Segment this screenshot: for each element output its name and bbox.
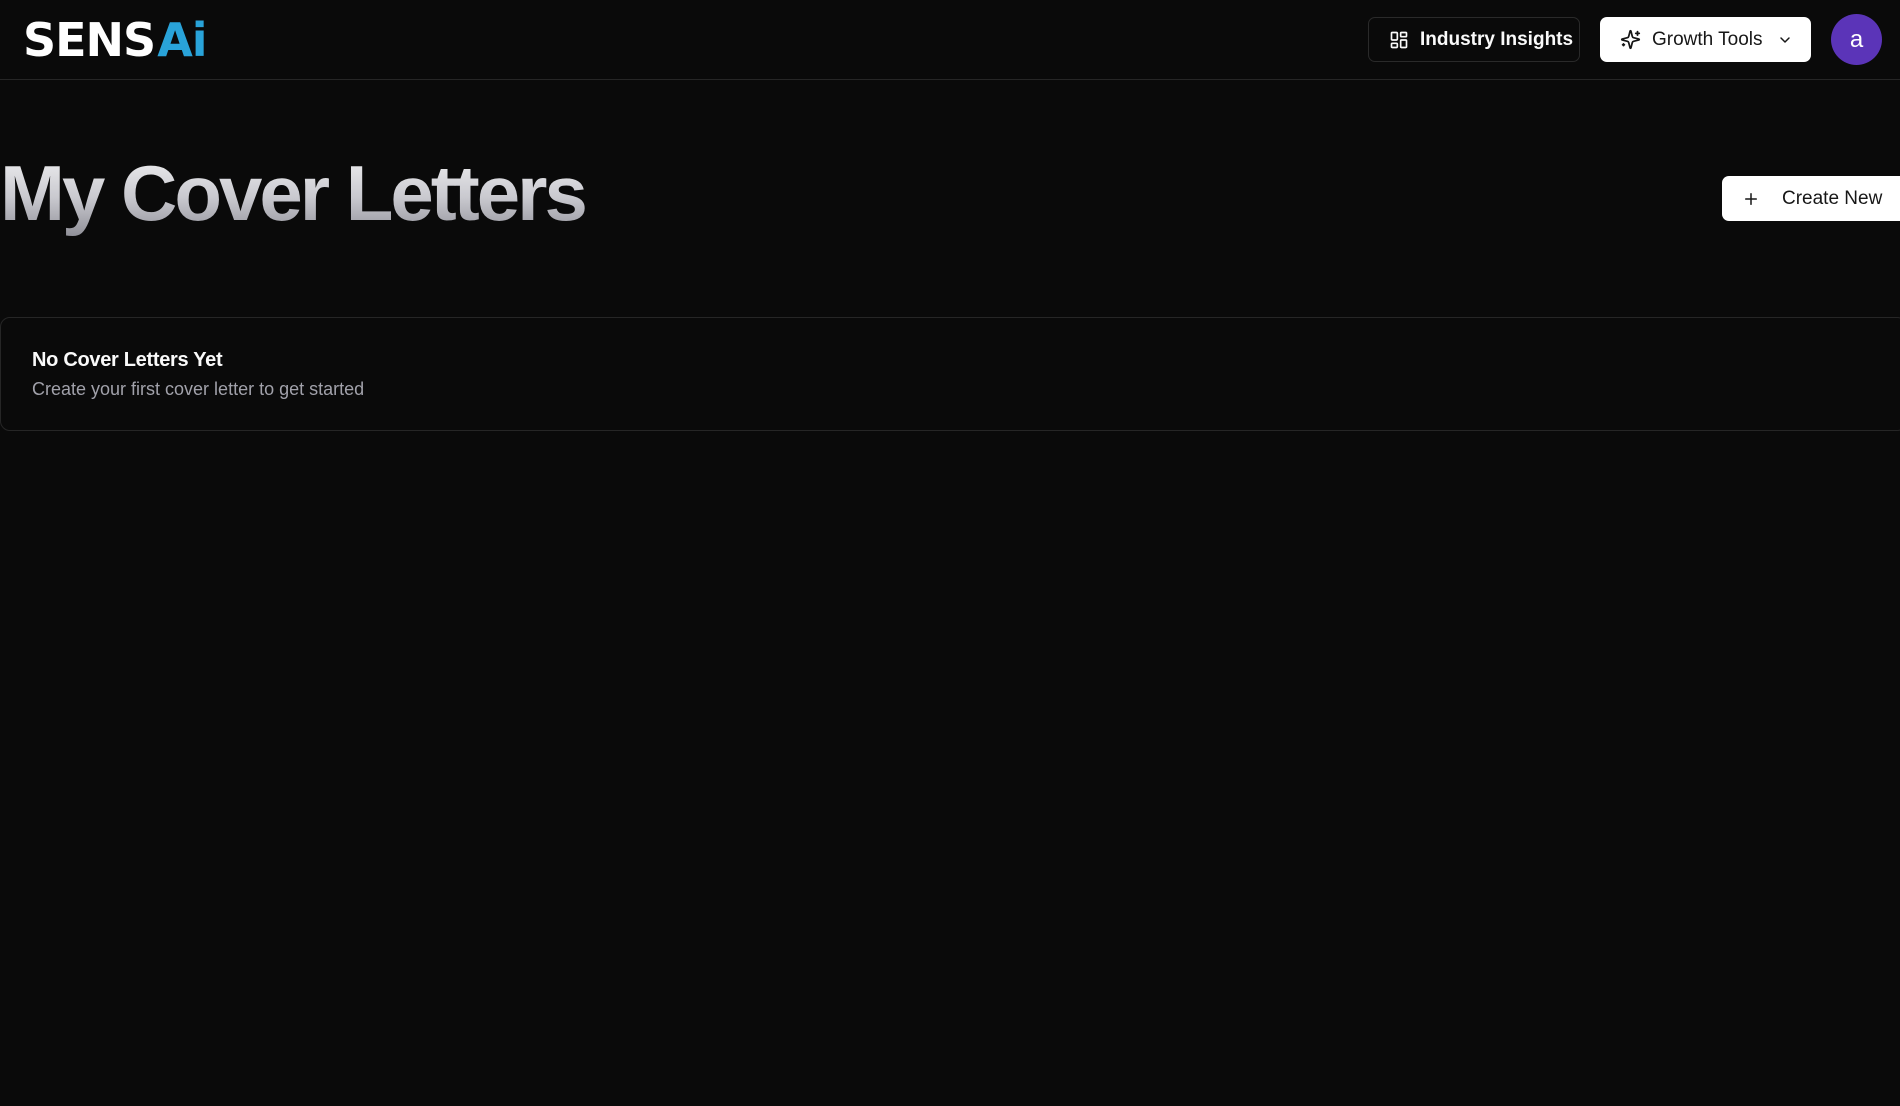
- avatar-initial: a: [1849, 25, 1864, 53]
- industry-insights-button[interactable]: Industry Insights: [1368, 17, 1580, 62]
- industry-insights-label: Industry Insights: [1420, 28, 1574, 50]
- growth-tools-dropdown[interactable]: Growth Tools: [1600, 17, 1811, 62]
- logo-accent-text: Ai: [157, 13, 207, 67]
- logo-text: SENS: [23, 13, 156, 67]
- top-navbar: SENS Ai Industry Insights Growth Tools a: [0, 0, 1900, 80]
- sparkles-icon: [1620, 29, 1641, 50]
- page-title: My Cover Letters: [0, 149, 588, 237]
- empty-state-description: Create your first cover letter to get st…: [32, 379, 365, 399]
- plus-icon: [1742, 190, 1760, 208]
- empty-state-card: No Cover Letters Yet Create your first c…: [0, 317, 1900, 431]
- empty-state-title: No Cover Letters Yet: [32, 349, 223, 371]
- chevron-down-icon: [1777, 32, 1793, 48]
- sensai-logo[interactable]: SENS Ai: [23, 13, 208, 67]
- growth-tools-label: Growth Tools: [1652, 28, 1763, 50]
- create-new-button[interactable]: Create New: [1722, 176, 1900, 221]
- create-new-label: Create New: [1782, 187, 1883, 209]
- layout-grid-icon: [1389, 30, 1409, 50]
- user-avatar[interactable]: a: [1831, 14, 1882, 65]
